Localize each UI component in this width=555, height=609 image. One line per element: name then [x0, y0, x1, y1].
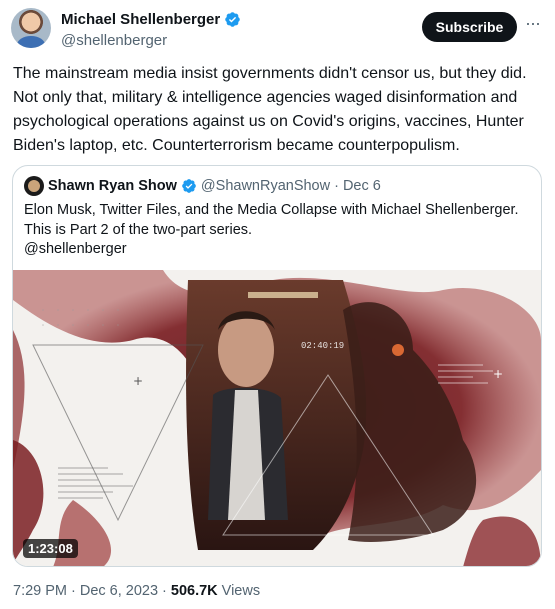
svg-text:+: + [133, 374, 143, 388]
quoted-author-name[interactable]: Shawn Ryan Show [48, 178, 177, 194]
author-handle[interactable]: @shellenberger [61, 32, 167, 49]
meta-separator: · [71, 583, 76, 599]
verified-badge-icon [225, 12, 240, 27]
quoted-tweet-text: Elon Musk, Twitter Files, and the Media … [24, 202, 519, 257]
video-overlay-time: 02:40:19 [301, 341, 345, 351]
author-name-row: Michael Shellenberger [61, 11, 241, 28]
author-display-name[interactable]: Michael Shellenberger [61, 11, 220, 28]
tweet-text: The mainstream media insist governments … [13, 65, 527, 154]
quoted-separator: · [334, 178, 339, 194]
quoted-verified-badge-icon [182, 179, 196, 193]
quoted-tweet-header: Shawn Ryan Show @ShawnRyanShow · Dec 6 [24, 176, 381, 196]
quoted-date[interactable]: Dec 6 [343, 178, 381, 194]
video-thumbnail: + + [13, 270, 541, 566]
post-date[interactable]: Dec 6, 2023 [80, 583, 158, 599]
quoted-tweet[interactable]: Shawn Ryan Show @ShawnRyanShow · Dec 6 E… [12, 165, 542, 567]
author-avatar[interactable] [11, 8, 51, 48]
video-duration: 1:23:08 [23, 539, 78, 558]
tweet-meta: 7:29 PM · Dec 6, 2023 · 506.7K Views [13, 583, 260, 599]
meta-separator-2: · [162, 583, 167, 599]
views-label: Views [221, 583, 261, 599]
post-time[interactable]: 7:29 PM [13, 583, 67, 599]
svg-text:+: + [493, 367, 503, 381]
tweet: Michael Shellenberger @shellenberger Sub… [0, 0, 555, 609]
quoted-author-avatar[interactable] [24, 176, 44, 196]
video-player[interactable]: + + 02:40:19 1:23:08 [13, 270, 541, 566]
quoted-author-handle[interactable]: @ShawnRyanShow [201, 178, 330, 194]
more-options-icon[interactable]: ··· [525, 13, 541, 34]
views-count: 506.7K [170, 583, 218, 599]
subscribe-button[interactable]: Subscribe [422, 12, 517, 42]
